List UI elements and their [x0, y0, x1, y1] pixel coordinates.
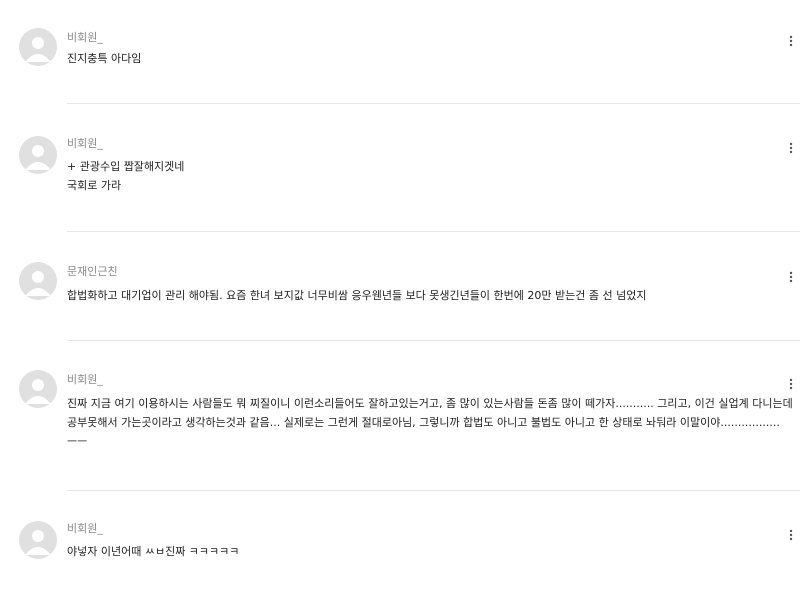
user-avatar-icon[interactable]	[19, 370, 57, 408]
comment-author[interactable]: 문재인근친	[67, 265, 118, 279]
user-avatar-icon[interactable]	[19, 136, 57, 174]
comment-divider	[67, 490, 800, 491]
more-vertical-icon[interactable]	[786, 270, 796, 284]
user-avatar-icon[interactable]	[19, 521, 57, 559]
more-vertical-icon[interactable]	[786, 528, 796, 542]
comment-author[interactable]: 비회원_	[67, 522, 103, 536]
user-avatar-icon[interactable]	[19, 262, 57, 300]
comment-divider	[67, 231, 800, 232]
comment-author[interactable]: 비회원_	[67, 31, 103, 45]
comment-text: 야넣자 이년어때 ㅆㅂ진짜 ㅋㅋㅋㅋㅋ	[67, 545, 240, 558]
user-avatar-icon[interactable]	[19, 28, 57, 66]
comment-text: 진짜 지금 여기 이용하시는 사람들도 뭐 찌질이니 이런소리들어도 잘하고있는…	[67, 397, 797, 448]
comment-text: 진지충특 아다임	[67, 52, 142, 65]
more-vertical-icon[interactable]	[786, 34, 796, 48]
comment-divider	[67, 340, 800, 341]
comment-author[interactable]: 비회원_	[67, 373, 103, 387]
comment-divider	[67, 103, 800, 104]
comment-text: 합법화하고 대기업이 관리 해야됨. 요즘 한녀 보지값 너무비쌈 응우웬년들 …	[67, 289, 647, 302]
more-vertical-icon[interactable]	[786, 141, 796, 155]
comment-author[interactable]: 비회원_	[67, 137, 103, 151]
comment-text: + 관광수입 짭잘해지겟네 국회로 가라	[67, 160, 185, 192]
more-vertical-icon[interactable]	[786, 377, 796, 391]
